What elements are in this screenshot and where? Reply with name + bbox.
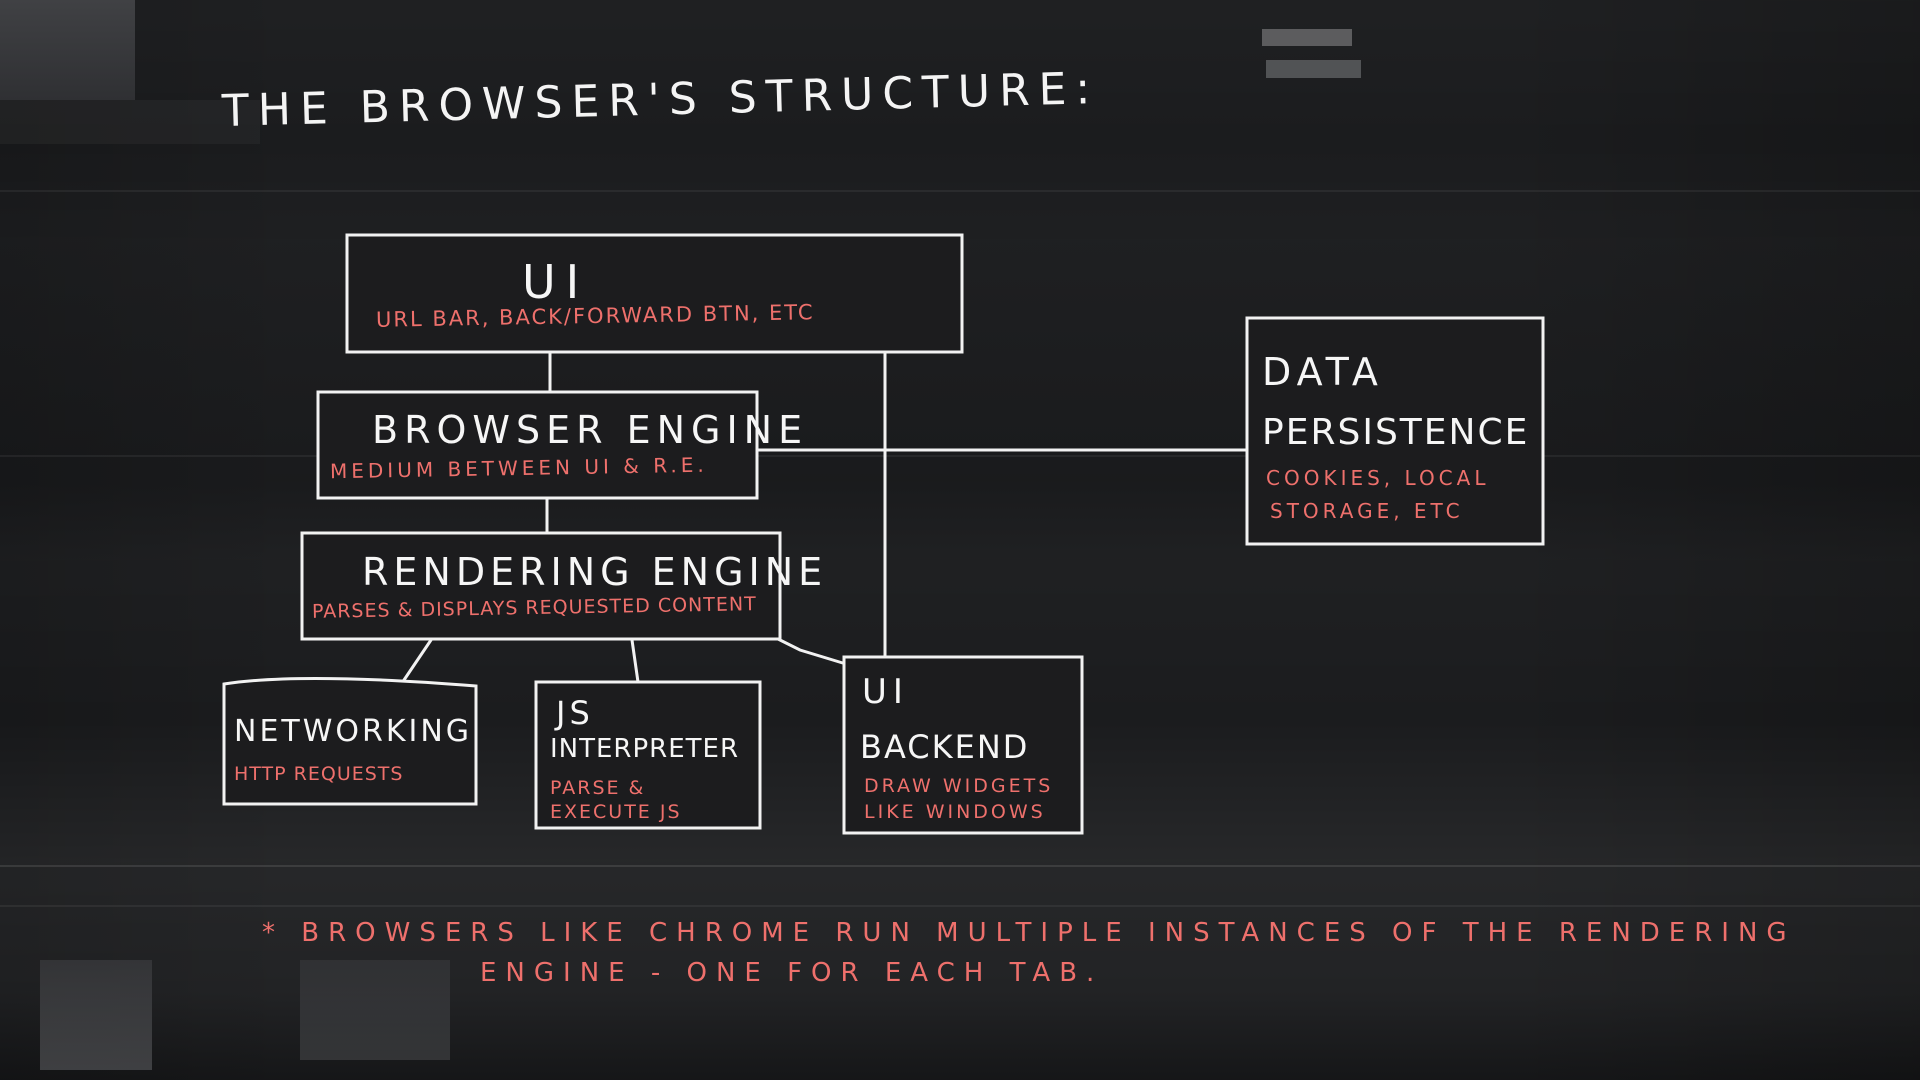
js-interpreter-title-line2: INTERPRETER [550,734,740,764]
ui-backend-title-line1: UI [862,672,909,712]
data-persistence-title-line1: DATA [1262,350,1384,394]
browser-engine-title: BROWSER ENGINE [372,408,809,452]
data-persistence-description-line2: STORAGE, ETC [1270,499,1464,523]
ui-box [345,233,964,354]
ui-title: UI [522,255,590,309]
footnote-line1: * BROWSERS LIKE CHROME RUN MULTIPLE INST… [262,918,1796,948]
data-persistence-description-line1: COOKIES, LOCAL [1266,466,1490,490]
connector-rendering-engine-js-interpreter [630,638,640,684]
ui-backend-description-line2: LIKE WINDOWS [864,801,1046,823]
ui-backend-title-line2: BACKEND [860,728,1030,766]
networking-description: HTTP REQUESTS [234,763,404,785]
js-interpreter-description-line2: EXECUTE JS [550,801,682,823]
js-interpreter-title-line1: JS [556,694,594,732]
rendering-engine-title: RENDERING ENGINE [362,550,828,594]
data-persistence-title-line2: PERSISTENCE [1262,412,1530,453]
connector-rendering-engine-ui-backend [776,637,848,666]
footnote-line2: ENGINE - ONE FOR EACH TAB. [480,958,1104,988]
js-interpreter-description-line1: PARSE & [550,777,646,799]
networking-title: NETWORKING [234,714,473,749]
connector-rendering-engine-networking [402,638,433,682]
ui-backend-description-line1: DRAW WIDGETS [864,775,1054,797]
